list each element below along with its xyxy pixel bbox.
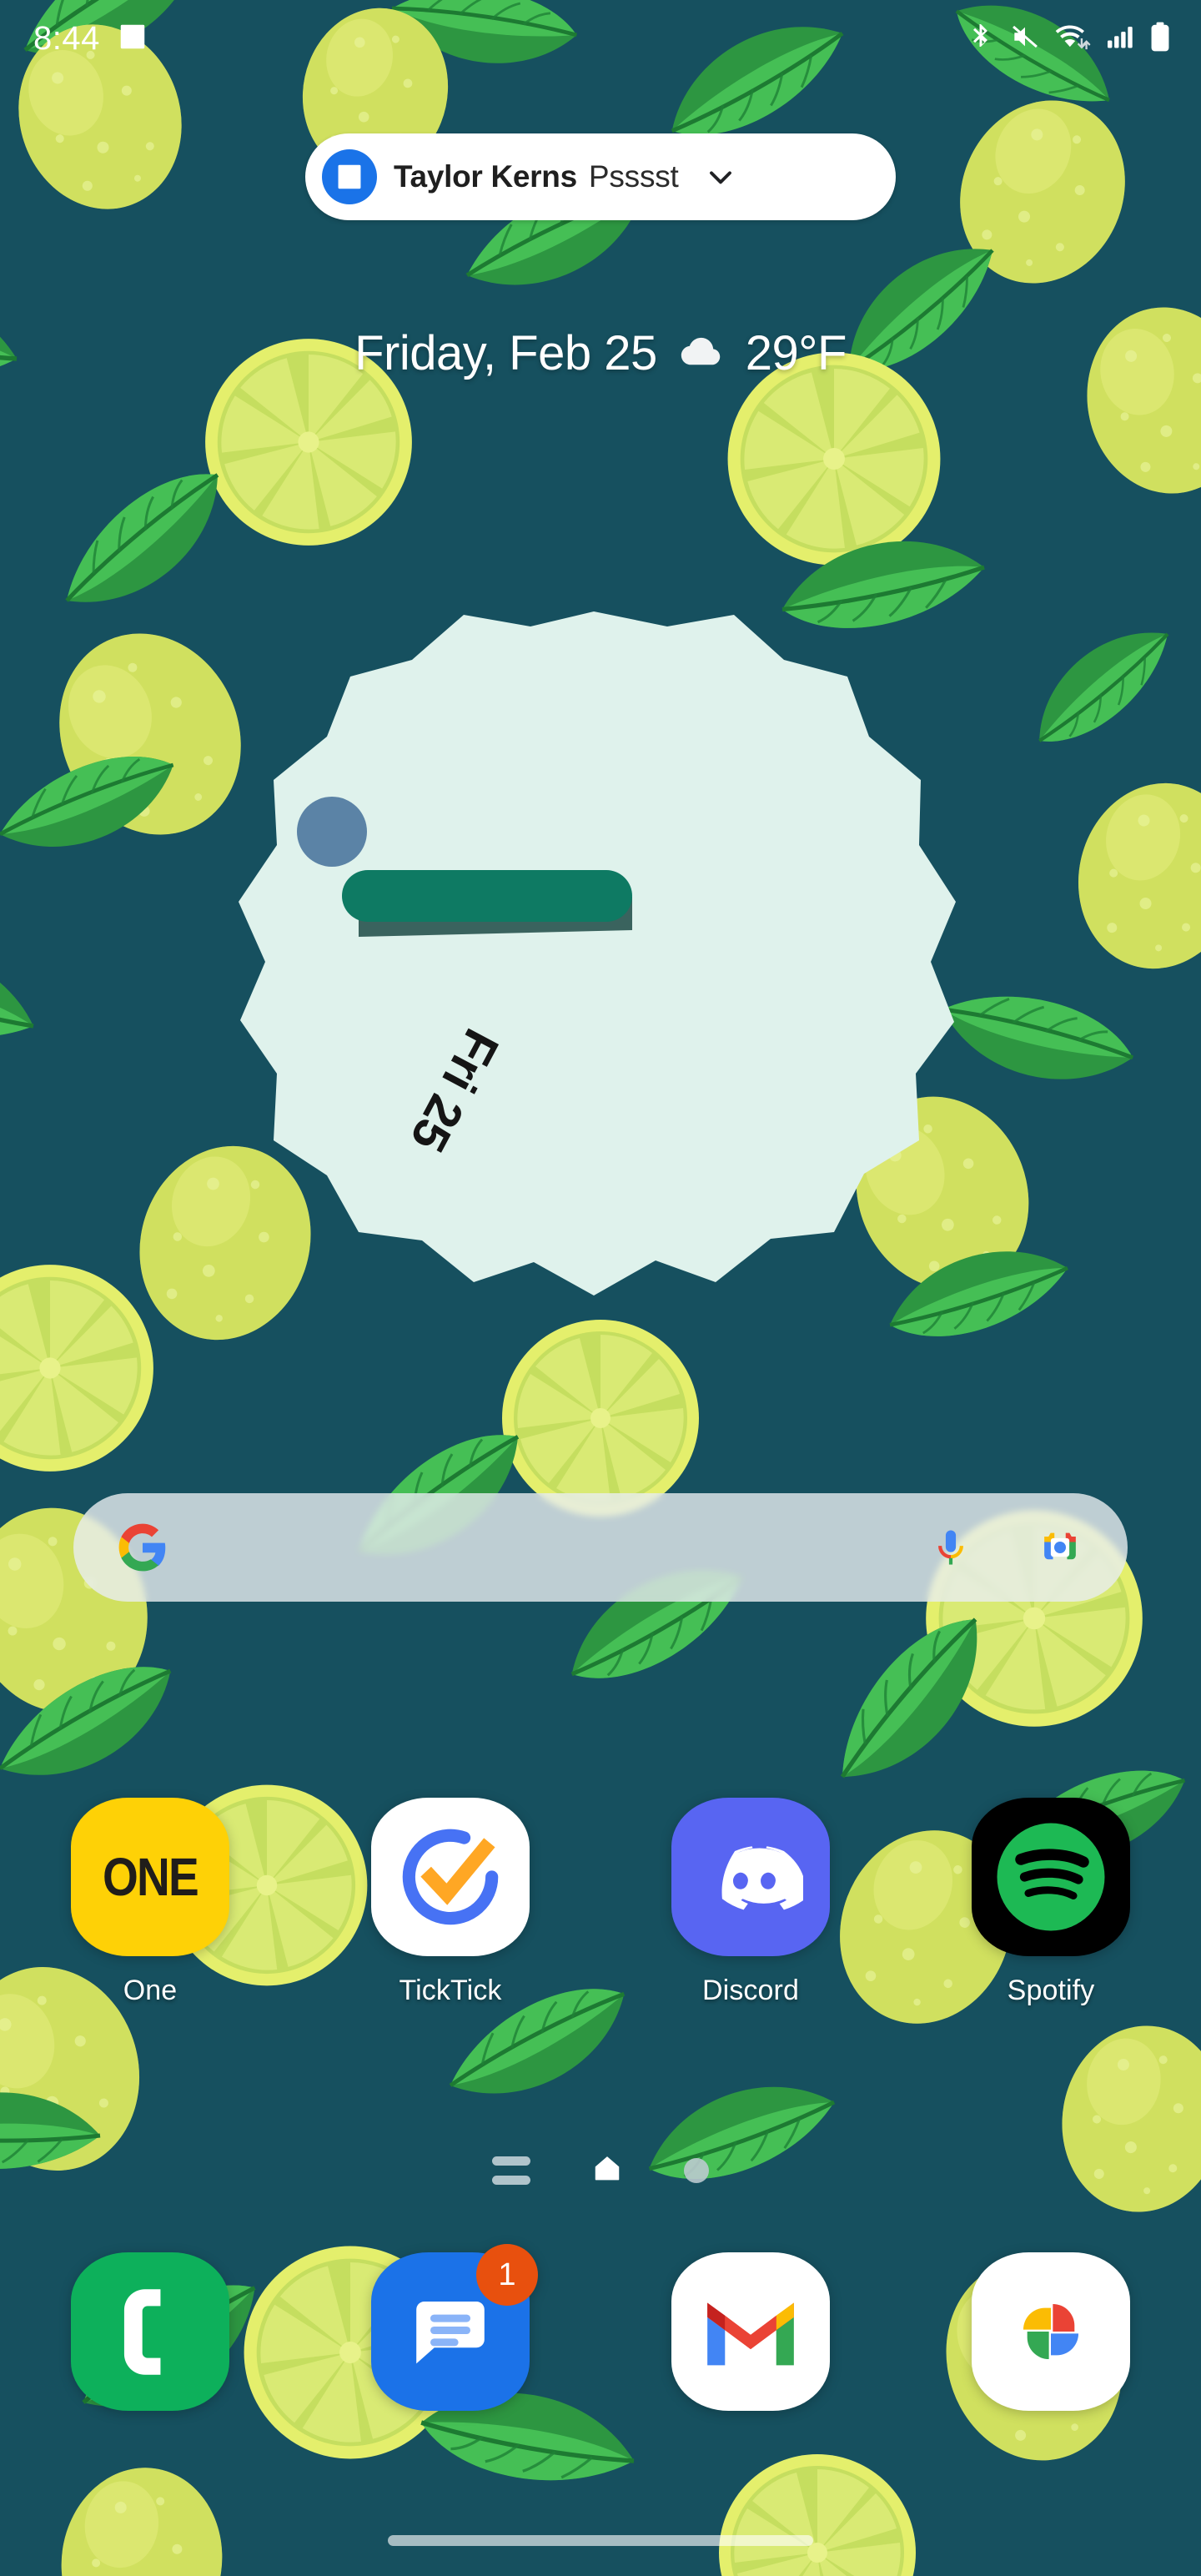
date-label: Friday, Feb 25 (354, 326, 657, 380)
discord-icon[interactable] (671, 1798, 830, 1956)
photos-icon[interactable] (972, 2252, 1130, 2411)
widget-status-dot (297, 797, 367, 867)
app-item-ticktick[interactable]: TickTick (300, 1798, 600, 2007)
microphone-icon[interactable] (927, 1524, 974, 1571)
widget-progress-bar (342, 870, 632, 922)
cloud-icon (676, 332, 727, 375)
status-clock: 8:44 (33, 19, 100, 57)
glance-message-preview: Psssst (588, 159, 679, 194)
app-item-discord[interactable]: Discord (600, 1798, 901, 2007)
volume-mute-icon (1009, 21, 1041, 57)
dock: 1 (0, 2244, 1201, 2411)
bluetooth-icon (966, 22, 996, 56)
widget-blob-shape (239, 611, 956, 1296)
blob-calendar-widget[interactable] (234, 605, 967, 1306)
temperature-label: 29°F (745, 326, 847, 380)
page-dot-icon[interactable] (684, 2157, 709, 2183)
svg-text:ONE: ONE (103, 1847, 198, 1907)
dock-item-photos[interactable] (901, 2252, 1201, 2411)
wifi-icon (1054, 21, 1091, 57)
google-lens-icon[interactable] (1036, 1523, 1084, 1572)
app-grid: ONE One TickTick Discord Spotify (0, 1798, 1201, 2007)
page-indicator[interactable] (0, 2152, 1201, 2188)
glance-sender-name: Taylor Kerns (394, 159, 577, 194)
app-label: Spotify (1007, 1975, 1095, 2006)
home-gesture-bar[interactable] (388, 2535, 813, 2546)
status-bar[interactable]: 8:44 (0, 0, 1201, 77)
date-weather-row[interactable]: Friday, Feb 25 29°F (0, 325, 1201, 381)
phone-icon[interactable] (71, 2252, 229, 2411)
app-label: Discord (702, 1975, 799, 2006)
ticktick-icon[interactable] (371, 1798, 530, 1956)
dock-item-gmail[interactable] (600, 2252, 901, 2411)
message-subject-icon (117, 21, 148, 57)
google-g-icon[interactable] (117, 1522, 168, 1573)
dock-item-phone[interactable] (0, 2252, 300, 2411)
battery-icon (1149, 21, 1171, 57)
google-search-bar[interactable] (73, 1493, 1128, 1602)
gmail-icon[interactable] (671, 2252, 830, 2411)
app-label: One (123, 1975, 178, 2006)
dock-item-messages[interactable]: 1 (300, 2244, 600, 2411)
messages-icon[interactable]: 1 (371, 2244, 538, 2411)
page-list-icon[interactable] (492, 2156, 530, 2185)
home-icon[interactable] (590, 2152, 624, 2188)
chevron-down-icon[interactable] (702, 158, 739, 195)
glance-text: Taylor Kerns Psssst (394, 159, 679, 194)
one-icon[interactable]: ONE (71, 1798, 229, 1956)
app-item-one[interactable]: ONE One (0, 1798, 300, 2007)
at-a-glance-widget[interactable]: Taylor Kerns Psssst (305, 133, 896, 220)
notification-badge: 1 (476, 2244, 538, 2306)
status-bar-left: 8:44 (33, 20, 148, 58)
cell-signal-icon (1104, 22, 1136, 56)
status-bar-right (966, 21, 1171, 57)
app-item-spotify[interactable]: Spotify (901, 1798, 1201, 2007)
messages-icon (322, 149, 377, 204)
app-label: TickTick (399, 1975, 502, 2006)
spotify-icon[interactable] (972, 1798, 1130, 1956)
